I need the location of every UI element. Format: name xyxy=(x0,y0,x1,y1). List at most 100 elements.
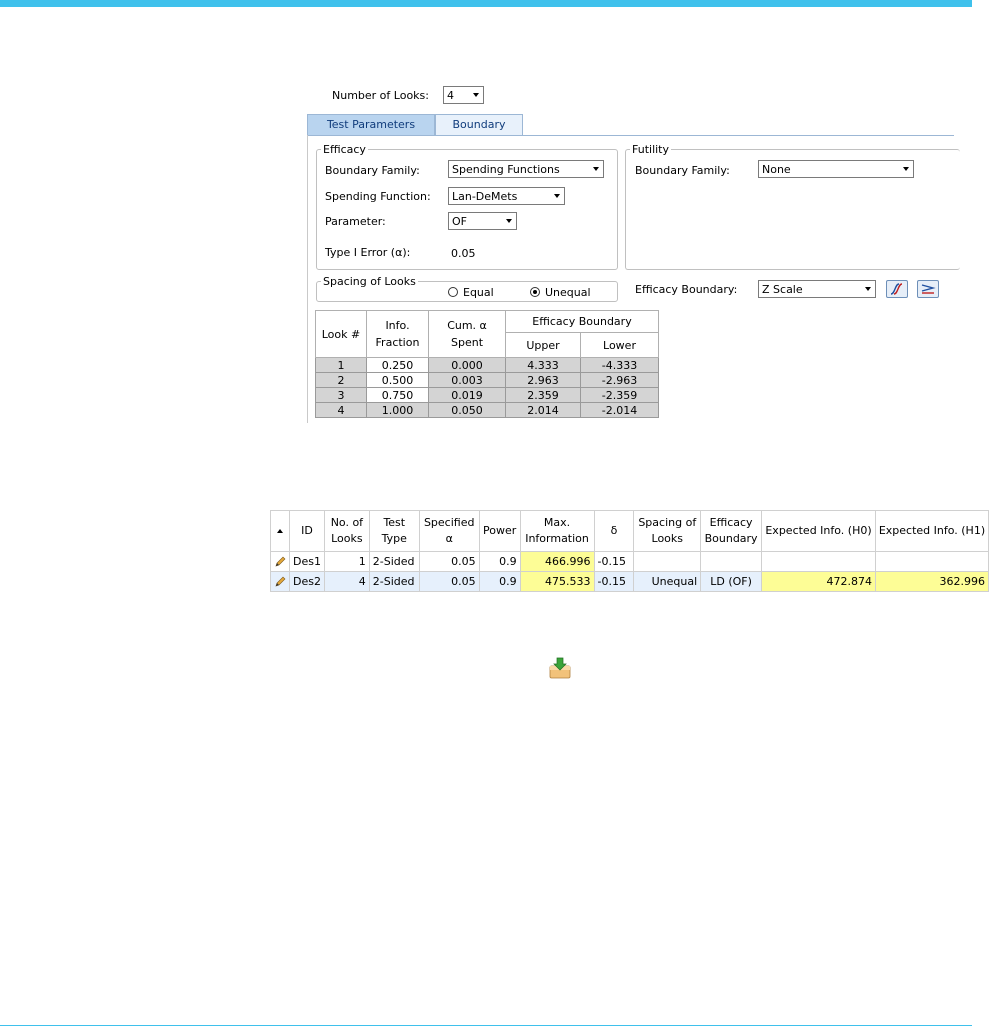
save-to-workbook-icon[interactable] xyxy=(548,656,572,680)
info-fraction-cell[interactable]: 0.750 xyxy=(366,387,429,403)
chevron-down-icon xyxy=(473,93,479,97)
spending-function-label: Spending Function: xyxy=(325,190,431,203)
chevron-down-icon xyxy=(506,219,512,223)
efficacy-boundary-family-dropdown[interactable]: Spending Functions xyxy=(448,160,604,178)
expected-info-h1-header[interactable]: Expected Info. (H1) xyxy=(874,510,989,552)
upper-cell: 2.963 xyxy=(505,372,581,388)
cum-alpha-cell: 0.019 xyxy=(428,387,506,403)
upper-cell: 2.014 xyxy=(505,402,581,418)
spacing-unequal-radio[interactable] xyxy=(530,287,540,297)
futility-boundary-family-dropdown[interactable]: None xyxy=(758,160,914,178)
spacing-equal-radio[interactable] xyxy=(448,287,458,297)
lower-cell: -2.014 xyxy=(580,402,659,418)
test-type-header[interactable]: Test Type xyxy=(368,510,420,552)
power-cell: 0.9 xyxy=(478,551,521,572)
alpha-cell: 0.05 xyxy=(418,551,480,572)
boundary-row: 3 0.750 0.019 2.359 -2.359 xyxy=(315,387,659,403)
info-fraction-cell: 1.000 xyxy=(366,402,429,418)
efficacy-boundary-label: Efficacy Boundary: xyxy=(635,283,738,296)
power-cell: 0.9 xyxy=(478,571,521,592)
spacing-equal-label: Equal xyxy=(463,286,494,299)
efficacy-boundary-family-label: Boundary Family: xyxy=(325,164,420,177)
tab-panel-border xyxy=(307,135,954,136)
edit-design-button[interactable] xyxy=(270,571,290,592)
spending-chart-icon xyxy=(921,284,936,294)
delta-header[interactable]: δ xyxy=(593,510,635,552)
error-spending-chart-button[interactable] xyxy=(917,280,939,298)
delta-cell: -0.15 xyxy=(593,551,635,572)
design-id-cell: Des2 xyxy=(289,571,325,592)
design-id-cell: Des1 xyxy=(289,551,325,572)
top-accent-bar xyxy=(0,0,972,7)
sort-column-header[interactable] xyxy=(270,510,290,552)
expected-info-h1-cell xyxy=(874,551,989,572)
power-header[interactable]: Power xyxy=(478,510,521,552)
info-fraction-header-line2: Fraction xyxy=(375,336,420,349)
looks-cell: 4 xyxy=(323,571,370,592)
futility-group-label: Futility xyxy=(630,143,672,156)
lower-header: Lower xyxy=(580,332,659,358)
boundary-row: 4 1.000 0.050 2.014 -2.014 xyxy=(315,402,659,418)
type1-error-value: 0.05 xyxy=(451,247,476,260)
futility-boundary-family-label: Boundary Family: xyxy=(635,164,730,177)
spacing-of-looks-header-line2: Looks xyxy=(651,532,684,545)
tab-test-parameters[interactable]: Test Parameters xyxy=(307,114,435,135)
look-cell: 2 xyxy=(315,372,367,388)
boundary-chart-button[interactable] xyxy=(886,280,908,298)
efficacy-boundary-header: Efficacy Boundary xyxy=(505,310,659,333)
design-row[interactable]: Des2 4 2-Sided 0.05 0.9 475.533 -0.15 Un… xyxy=(270,571,989,592)
upper-cell: 2.359 xyxy=(505,387,581,403)
cum-alpha-header: Cum. α Spent xyxy=(428,310,506,358)
looks-header-line2: Looks xyxy=(331,532,363,545)
look-cell: 4 xyxy=(315,402,367,418)
spacing-unequal-label: Unequal xyxy=(545,286,591,299)
spacing-of-looks-header-line1: Spacing of xyxy=(638,516,697,529)
tab-boundary[interactable]: Boundary xyxy=(435,114,523,135)
futility-boundary-family-value: None xyxy=(762,163,791,176)
parameter-dropdown[interactable]: OF xyxy=(448,212,517,230)
looks-header[interactable]: No. of Looks xyxy=(323,510,370,552)
lower-cell: -2.963 xyxy=(580,372,659,388)
spacing-of-looks-header[interactable]: Spacing of Looks xyxy=(633,510,702,552)
parameter-value: OF xyxy=(452,215,467,228)
cum-alpha-cell: 0.000 xyxy=(428,357,506,373)
efficacy-boundary-scale-value: Z Scale xyxy=(762,283,803,296)
lower-cell: -4.333 xyxy=(580,357,659,373)
looks-header-line1: No. of xyxy=(330,516,364,529)
pencil-icon xyxy=(275,556,286,566)
type1-error-label: Type I Error (α): xyxy=(325,246,411,259)
boundary-row: 1 0.250 0.000 4.333 -4.333 xyxy=(315,357,659,373)
info-fraction-cell[interactable]: 0.250 xyxy=(366,357,429,373)
number-of-looks-value: 4 xyxy=(447,89,454,102)
number-of-looks-label: Number of Looks: xyxy=(332,89,429,102)
specified-alpha-header-line2: α xyxy=(445,532,453,545)
looks-cell: 1 xyxy=(323,551,370,572)
efficacy-boundary-col-header-line2: Boundary xyxy=(704,532,758,545)
specified-alpha-header[interactable]: Specified α xyxy=(418,510,480,552)
max-information-header[interactable]: Max. Information xyxy=(519,510,595,552)
expected-info-h1-cell: 362.996 xyxy=(874,571,989,592)
efficacy-group-label: Efficacy xyxy=(321,143,368,156)
efficacy-boundary-scale-dropdown[interactable]: Z Scale xyxy=(758,280,876,298)
number-of-looks-dropdown[interactable]: 4 xyxy=(443,86,484,104)
expected-info-h0-header[interactable]: Expected Info. (H0) xyxy=(761,510,876,552)
sort-ascending-icon xyxy=(277,529,283,533)
edit-design-button[interactable] xyxy=(270,551,290,572)
design-row[interactable]: Des1 1 2-Sided 0.05 0.9 466.996 -0.15 xyxy=(270,551,989,572)
expected-info-h0-cell: 472.874 xyxy=(761,571,876,592)
max-information-header-line1: Max. xyxy=(543,516,571,529)
id-header[interactable]: ID xyxy=(289,510,325,552)
look-cell: 1 xyxy=(315,357,367,373)
efficacy-boundary-cell xyxy=(700,551,763,572)
info-fraction-cell[interactable]: 0.500 xyxy=(366,372,429,388)
spacing-of-looks-label: Spacing of Looks xyxy=(321,275,418,288)
specified-alpha-header-line1: Specified xyxy=(423,516,475,529)
look-header: Look # xyxy=(315,310,367,358)
boundary-row: 2 0.500 0.003 2.963 -2.963 xyxy=(315,372,659,388)
spending-function-dropdown[interactable]: Lan-DeMets xyxy=(448,187,565,205)
efficacy-boundary-col-header[interactable]: Efficacy Boundary xyxy=(700,510,763,552)
spending-function-value: Lan-DeMets xyxy=(452,190,518,203)
test-type-cell: 2-Sided xyxy=(368,551,420,572)
cum-alpha-header-line2: Spent xyxy=(450,336,484,349)
test-type-header-line1: Test xyxy=(383,516,406,529)
